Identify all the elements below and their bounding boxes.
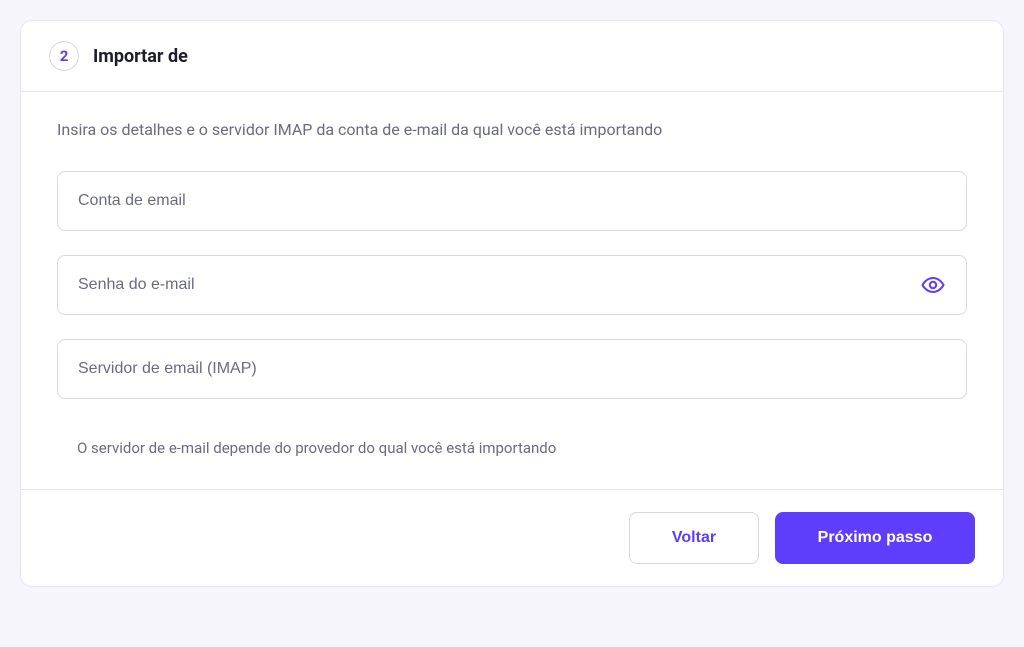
server-helper-text: O servidor de e-mail depende do provedor…	[57, 423, 967, 485]
next-step-button[interactable]: Próximo passo	[775, 512, 975, 564]
email-account-group	[57, 171, 967, 231]
card-body: Insira os detalhes e o servidor IMAP da …	[21, 92, 1003, 489]
email-server-input[interactable]	[57, 339, 967, 399]
instruction-text: Insira os detalhes e o servidor IMAP da …	[57, 120, 967, 139]
import-step-card: 2 Importar de Insira os detalhes e o ser…	[20, 20, 1004, 587]
eye-icon	[921, 273, 945, 297]
back-button[interactable]: Voltar	[629, 512, 759, 564]
toggle-password-visibility-button[interactable]	[917, 269, 949, 301]
email-password-input[interactable]	[57, 255, 967, 315]
step-number-badge: 2	[49, 41, 79, 71]
card-header: 2 Importar de	[21, 21, 1003, 92]
step-title: Importar de	[93, 46, 188, 67]
card-footer: Voltar Próximo passo	[21, 489, 1003, 586]
email-server-group	[57, 339, 967, 399]
email-password-group	[57, 255, 967, 315]
email-account-input[interactable]	[57, 171, 967, 231]
